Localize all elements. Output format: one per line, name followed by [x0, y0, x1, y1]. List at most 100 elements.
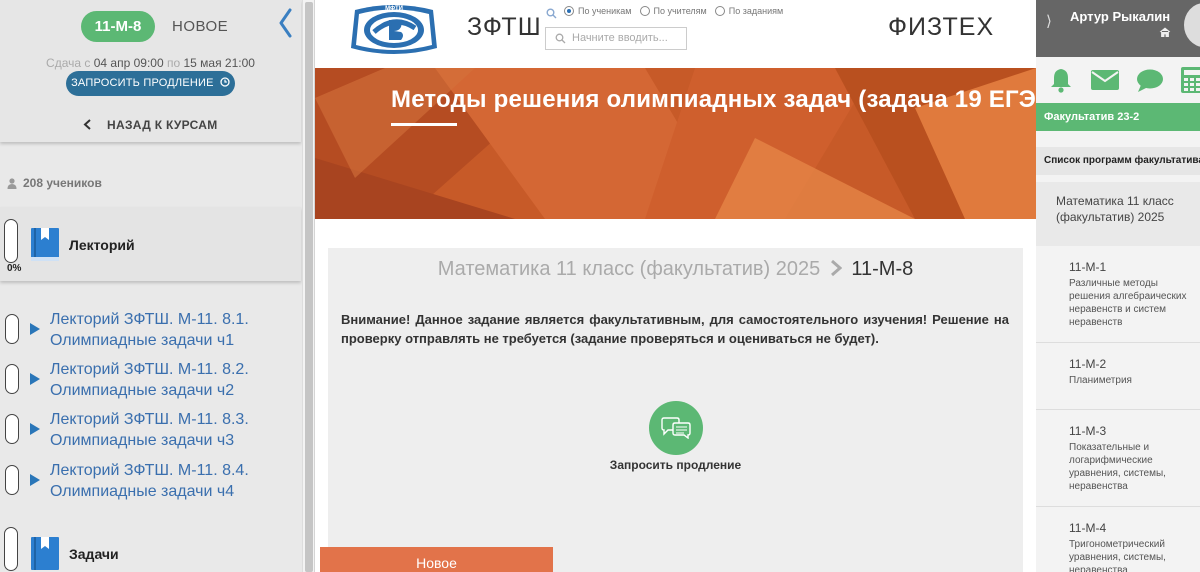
home-icon[interactable]: [1159, 27, 1171, 37]
search-input[interactable]: Начните вводить...: [545, 27, 687, 50]
quick-actions: [1036, 57, 1200, 103]
play-icon: [30, 323, 40, 335]
module-description: Тригонометрический уравнения, системы, н…: [1069, 539, 1166, 572]
module-code: 11-М-1: [1069, 260, 1107, 274]
request-extension-text[interactable]: Запросить продление: [328, 458, 1023, 472]
search-icon: [555, 33, 566, 44]
user-icon: [7, 177, 17, 189]
module-code: 11-М-4: [1069, 521, 1107, 535]
collapse-sidebar-icon[interactable]: [272, 4, 298, 42]
lesson-link[interactable]: Лекторий ЗФТШ. М-11. 8.3. Олимпиадные зад…: [50, 409, 290, 451]
scrollbar-thumb[interactable]: [305, 2, 313, 572]
left-sidebar: 11-М-8 НОВОЕ Сдача с 04 апр 09:00 по 15 …: [0, 0, 315, 572]
module-description: Различные методы решения алгебраических …: [1069, 278, 1187, 328]
task-code-badge: 11-М-8: [81, 11, 155, 42]
task-status: НОВОЕ: [172, 18, 229, 35]
module-code: 11-М-2: [1069, 357, 1107, 371]
section-lectorium[interactable]: 0% Лекторий: [0, 207, 301, 281]
task-header: 11-М-8 НОВОЕ Сдача с 04 апр 09:00 по 15 …: [0, 0, 301, 142]
search-icon: [546, 8, 557, 19]
lesson-item[interactable]: Лекторий ЗФТШ. М-11. 8.4. Олимпиадные зад…: [0, 457, 301, 501]
lesson-status-indicator: [5, 414, 19, 444]
search-mode-teachers[interactable]: По учителям: [639, 6, 707, 16]
program-course[interactable]: Математика 11 класс (факультатив) 2025: [1036, 182, 1200, 246]
lesson-item[interactable]: Лекторий ЗФТШ. М-11. 8.3. Олимпиадные зад…: [0, 406, 301, 450]
search-placeholder: Начните вводить...: [572, 32, 668, 44]
lesson-item[interactable]: Лекторий ЗФТШ. М-11. 8.1. Олимпиадные зад…: [0, 306, 301, 350]
play-icon: [30, 474, 40, 486]
module-item[interactable]: 11-М-4 Тригонометрический уравнения, сис…: [1036, 507, 1200, 572]
radio-button[interactable]: [714, 6, 725, 16]
breadcrumb: Математика 11 класс (факультатив) 2025 1…: [328, 258, 1023, 281]
due-from: 04 апр 09:00: [93, 56, 164, 70]
module-description: Планиметрия: [1069, 375, 1132, 386]
course-banner: Методы решения олимпиадных задач (задача…: [315, 68, 1036, 219]
radio-button[interactable]: [639, 6, 650, 16]
lesson-status-indicator: [5, 314, 19, 344]
module-item[interactable]: 11-М-3 Показательные и логарифмические у…: [1036, 410, 1200, 507]
due-to: 15 мая 21:00: [183, 56, 255, 70]
lesson-link[interactable]: Лекторий ЗФТШ. М-11. 8.4. Олимпиадные зад…: [50, 460, 290, 502]
task-warning: Внимание! Данное задание является факуль…: [341, 312, 1009, 346]
user-name[interactable]: Артур Рыкалин: [1070, 9, 1170, 24]
lesson-status-indicator: [5, 364, 19, 394]
book-icon: [31, 537, 59, 570]
user-bar: ⟩ Артур Рыкалин: [1036, 0, 1200, 57]
new-status-tab[interactable]: Новое: [320, 547, 553, 572]
module-item[interactable]: 11-М-2 Планиметрия: [1036, 343, 1200, 410]
right-sidebar: ⟩ Артур Рыкалин Факультатив 23-2 Список …: [1036, 0, 1200, 572]
module-item[interactable]: 11-М-1 Различные методы решения алгебраи…: [1036, 246, 1200, 343]
expand-panel-icon[interactable]: ⟩: [1046, 12, 1052, 30]
faculty-group[interactable]: Факультатив 23-2: [1036, 103, 1200, 131]
due-prefix: Сдача с: [46, 56, 91, 70]
avatar[interactable]: [1184, 3, 1200, 47]
message-icon[interactable]: [1136, 69, 1164, 93]
section-progress-value: 0%: [7, 263, 22, 274]
section-tasks-title[interactable]: Задачи: [69, 546, 119, 562]
task-card: Математика 11 класс (факультатив) 2025 1…: [328, 248, 1023, 572]
banner-title: Методы решения олимпиадных задач (задача…: [391, 86, 1036, 113]
lesson-status-indicator: [5, 465, 19, 495]
section-title: Лекторий: [69, 237, 135, 253]
banner-underline: [391, 123, 457, 126]
svg-text:МФТИ: МФТИ: [385, 6, 403, 12]
lesson-link[interactable]: Лекторий ЗФТШ. М-11. 8.2. Олимпиадные зад…: [50, 359, 290, 401]
play-icon: [30, 423, 40, 435]
lesson-item[interactable]: Лекторий ЗФТШ. М-11. 8.2. Олимпиадные зад…: [0, 356, 301, 400]
clock-icon: [220, 77, 230, 87]
calculator-icon[interactable]: [1181, 67, 1200, 93]
back-to-courses-label: НАЗАД К КУРСАМ: [107, 118, 218, 132]
due-dates: Сдача с 04 апр 09:00 по 15 мая 21:00: [0, 56, 301, 70]
brand-phystech: ФИЗТЕХ: [888, 13, 995, 41]
play-icon: [30, 373, 40, 385]
request-extension-button[interactable]: ЗАПРОСИТЬ ПРОДЛЕНИЕ: [66, 71, 235, 96]
students-count-label: 208 учеников: [23, 176, 102, 190]
search-mode-students[interactable]: По ученикам: [564, 6, 632, 16]
search-mode-group: По ученикам По учителям По заданиям: [564, 6, 783, 16]
chevron-right-icon: [830, 259, 843, 277]
chevron-left-icon: [83, 119, 92, 130]
bell-icon[interactable]: [1049, 67, 1073, 93]
radio-button[interactable]: [564, 6, 574, 16]
brand-zftsh: ЗФТШ: [467, 13, 542, 41]
app-root: 11-М-8 НОВОЕ Сдача с 04 апр 09:00 по 15 …: [0, 0, 1200, 572]
mipt-logo[interactable]: МФТИ: [349, 2, 439, 58]
section-progress-indicator: [4, 527, 18, 571]
search-mode-tasks[interactable]: По заданиям: [714, 6, 783, 16]
sidebar-scrollbar[interactable]: [302, 0, 314, 572]
chat-bubbles-icon: [661, 417, 691, 439]
due-mid: по: [166, 56, 181, 70]
module-code: 11-М-3: [1069, 424, 1107, 438]
main-content: МФТИ ЗФТШ По ученикам По учителям По зад…: [315, 0, 1036, 572]
students-count: 208 учеников: [7, 176, 102, 190]
section-progress-indicator: [4, 219, 18, 263]
book-icon: [31, 228, 59, 261]
back-to-courses-button[interactable]: НАЗАД К КУРСАМ: [0, 118, 301, 132]
breadcrumb-current: 11-М-8: [851, 258, 914, 280]
programs-header: Список программ факультатива: [1036, 147, 1200, 175]
lesson-link[interactable]: Лекторий ЗФТШ. М-11. 8.1. Олимпиадные зад…: [50, 309, 290, 351]
breadcrumb-course[interactable]: Математика 11 класс (факультатив) 2025: [438, 258, 821, 280]
request-extension-circle[interactable]: [649, 401, 703, 455]
module-description: Показательные и логарифмические уравнени…: [1069, 442, 1166, 492]
mail-icon[interactable]: [1091, 70, 1119, 90]
